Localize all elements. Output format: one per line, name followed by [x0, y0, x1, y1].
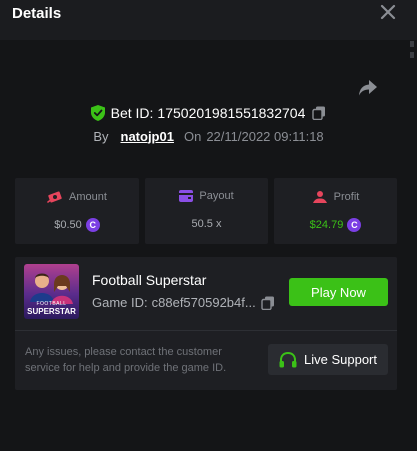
- copy-icon[interactable]: [261, 296, 275, 310]
- help-text: Any issues, please contact the customer …: [25, 346, 227, 374]
- coin-icon: C: [85, 218, 100, 232]
- bet-meta-row: By natojp01 On 22/11/2022 09:11:18: [0, 126, 417, 146]
- live-support-button[interactable]: Live Support: [268, 344, 388, 375]
- profit-value: $24.79: [309, 219, 344, 231]
- by-label: By: [93, 128, 109, 144]
- shield-check-icon: [90, 105, 105, 121]
- share-icon[interactable]: [358, 79, 378, 97]
- amount-card: Amount $0.50 C: [15, 178, 139, 244]
- payout-label: Payout: [199, 190, 234, 202]
- bet-id-label: Bet ID:: [110, 105, 154, 121]
- game-id-value: c88ef570592b4f...: [151, 295, 256, 310]
- details-header: Details: [0, 0, 417, 40]
- live-support-label: Live Support: [304, 352, 377, 367]
- money-icon: [47, 191, 62, 203]
- game-title: Football Superstar: [92, 272, 207, 288]
- profit-icon: [312, 191, 327, 203]
- payout-card: Payout 50.5 x: [145, 178, 268, 244]
- payout-value: 50.5 x: [191, 218, 222, 230]
- coin-icon: C: [347, 218, 362, 232]
- copy-icon[interactable]: [312, 106, 326, 120]
- page-title: Details: [12, 5, 62, 22]
- headset-icon: [279, 351, 297, 367]
- profit-label: Profit: [333, 191, 360, 203]
- bet-datetime: 22/11/2022 09:11:18: [206, 128, 324, 144]
- scroll-edge-mark: [410, 52, 414, 58]
- game-id-row: Game ID: c88ef570592b4f...: [92, 295, 275, 310]
- game-thumbnail[interactable]: FOOTBALL SUPERSTAR: [24, 264, 79, 319]
- game-panel: FOOTBALL SUPERSTAR Football Superstar Ga…: [15, 257, 397, 390]
- thumb-title: SUPERSTAR: [27, 307, 76, 316]
- profit-card: Profit $24.79 C: [274, 178, 397, 244]
- wallet-icon: [179, 190, 194, 202]
- bet-id-row: Bet ID: 1750201981551832704: [0, 103, 417, 123]
- username-link[interactable]: natojp01: [121, 129, 174, 144]
- amount-value: $0.50: [54, 219, 82, 231]
- on-label: On: [183, 128, 202, 144]
- amount-label: Amount: [69, 191, 107, 203]
- divider: [15, 330, 397, 331]
- close-icon[interactable]: [378, 2, 398, 22]
- scroll-edge-mark: [410, 41, 414, 47]
- bet-id-value: 1750201981551832704: [157, 105, 306, 121]
- game-id-label: Game ID:: [92, 295, 148, 310]
- play-now-button[interactable]: Play Now: [289, 278, 388, 306]
